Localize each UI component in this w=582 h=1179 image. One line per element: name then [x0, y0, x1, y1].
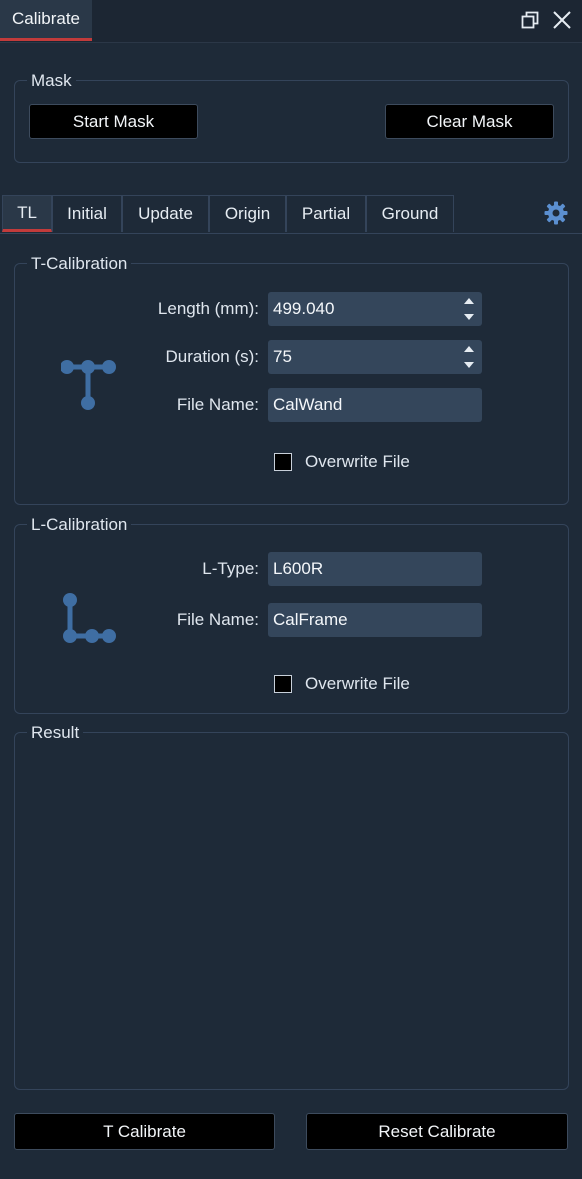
- l-overwrite-label: Overwrite File: [305, 674, 410, 693]
- l-file-name-input[interactable]: CalFrame: [268, 603, 482, 637]
- t-file-name-input[interactable]: CalWand: [268, 388, 482, 422]
- tab-initial[interactable]: Initial: [52, 195, 122, 232]
- t-calibrate-button[interactable]: T Calibrate: [14, 1113, 275, 1150]
- tab-label: TL: [17, 202, 37, 222]
- tab-partial[interactable]: Partial: [286, 195, 366, 232]
- duration-stepper[interactable]: [462, 344, 476, 370]
- tab-update[interactable]: Update: [122, 195, 209, 232]
- duration-value: 75: [273, 347, 292, 366]
- tab-label: Ground: [381, 204, 439, 223]
- increment-arrow-icon[interactable]: [464, 298, 474, 304]
- title-bar: Calibrate: [0, 0, 582, 43]
- clear-mask-button[interactable]: Clear Mask: [385, 104, 554, 139]
- l-overwrite-checkbox[interactable]: [274, 675, 292, 693]
- tab-origin[interactable]: Origin: [209, 195, 286, 232]
- decrement-arrow-icon[interactable]: [464, 314, 474, 320]
- calibration-tab-bar: TL Initial Update Origin Partial Ground: [0, 194, 582, 234]
- tab-tl[interactable]: TL: [2, 195, 52, 232]
- restore-window-icon[interactable]: [518, 8, 542, 32]
- increment-arrow-icon[interactable]: [464, 346, 474, 352]
- mask-group: Mask Start Mask Clear Mask: [14, 71, 569, 163]
- tab-label: Update: [138, 204, 193, 223]
- mask-group-label: Mask: [27, 71, 76, 91]
- l-file-name-label: File Name:: [176, 610, 259, 629]
- l-type-field[interactable]: L600R: [268, 552, 482, 586]
- duration-label: Duration (s):: [165, 347, 259, 366]
- reset-calibrate-button[interactable]: Reset Calibrate: [306, 1113, 568, 1150]
- length-label: Length (mm):: [157, 299, 259, 318]
- decrement-arrow-icon[interactable]: [464, 362, 474, 368]
- tab-label: Origin: [224, 204, 271, 223]
- l-calibration-label: L-Calibration: [27, 515, 132, 535]
- t-calibration-label: T-Calibration: [27, 254, 132, 274]
- tab-label: Partial: [301, 204, 351, 223]
- length-value: 499.040: [273, 299, 335, 318]
- duration-spinbox[interactable]: 75: [268, 340, 482, 374]
- result-group: Result: [14, 723, 569, 1090]
- l-calibration-group: L-Calibration L-Type: L600R File Name: C…: [14, 515, 569, 714]
- t-calibration-group: T-Calibration Length (mm): 499.040 Durat…: [14, 254, 569, 505]
- result-output-area[interactable]: [21, 747, 562, 1083]
- l-type-label: L-Type:: [202, 559, 259, 578]
- gear-icon[interactable]: [543, 200, 569, 226]
- length-spinbox[interactable]: 499.040: [268, 292, 482, 326]
- t-overwrite-checkbox[interactable]: [274, 453, 292, 471]
- tab-label: Initial: [67, 204, 107, 223]
- tab-ground[interactable]: Ground: [366, 195, 454, 232]
- window-title: Calibrate: [11, 9, 81, 28]
- t-file-name-label: File Name:: [176, 395, 259, 414]
- length-stepper[interactable]: [462, 296, 476, 322]
- window-title-tab[interactable]: Calibrate: [0, 0, 92, 41]
- close-icon[interactable]: [550, 8, 574, 32]
- t-overwrite-label: Overwrite File: [305, 452, 410, 471]
- start-mask-button[interactable]: Start Mask: [29, 104, 198, 139]
- result-label: Result: [27, 723, 84, 743]
